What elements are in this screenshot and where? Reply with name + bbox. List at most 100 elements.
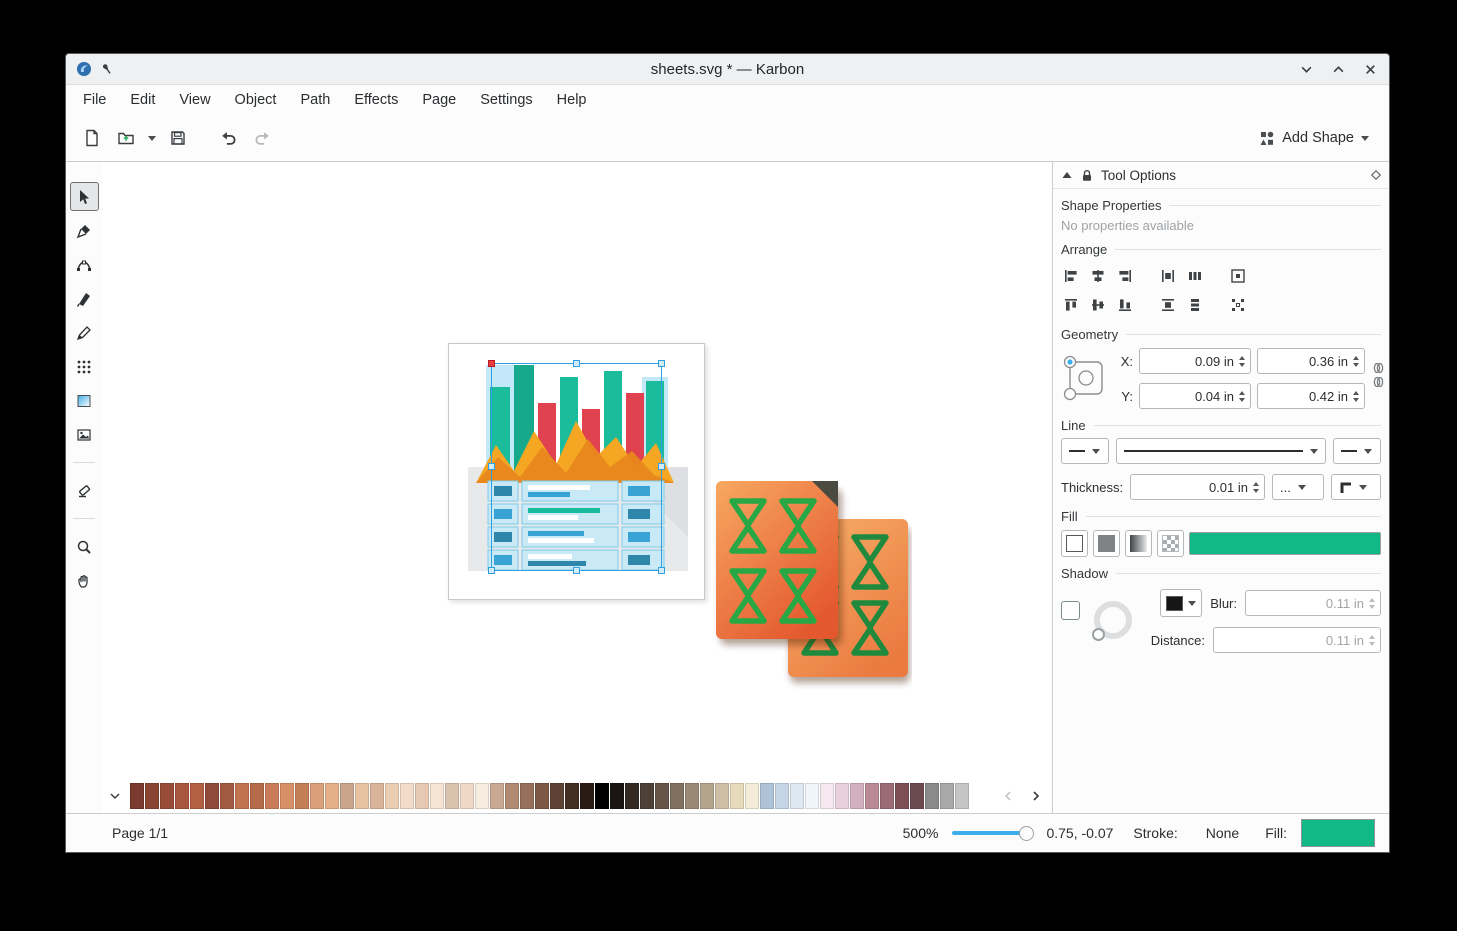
distribute-v-edges-button[interactable] [1154, 291, 1181, 318]
zoom-tool-button[interactable] [70, 532, 99, 561]
pan-tool-button[interactable] [70, 566, 99, 595]
fill-pattern-button[interactable] [1157, 530, 1184, 557]
x-spinbox[interactable]: 0.09 in [1139, 348, 1251, 374]
palette-swatch[interactable] [445, 783, 459, 809]
path-edit-tool-button[interactable] [70, 250, 99, 279]
palette-swatch[interactable] [850, 783, 864, 809]
palette-swatch[interactable] [280, 783, 294, 809]
palette-swatch[interactable] [640, 783, 654, 809]
line-style-combo[interactable] [1116, 438, 1326, 464]
selection-handle-top-middle[interactable] [573, 360, 580, 367]
zoom-value[interactable]: 500% [903, 825, 939, 841]
fill-gradient-button[interactable] [1125, 530, 1152, 557]
palette-swatch[interactable] [415, 783, 429, 809]
palette-swatch[interactable] [880, 783, 894, 809]
y-spinbox[interactable]: 0.04 in [1139, 383, 1251, 409]
align-top-button[interactable] [1057, 291, 1084, 318]
palette-swatch[interactable] [490, 783, 504, 809]
palette-swatch[interactable] [700, 783, 714, 809]
transform-corners-button[interactable] [1224, 291, 1251, 318]
palette-swatch[interactable] [385, 783, 399, 809]
palette-swatch[interactable] [205, 783, 219, 809]
palette-swatch[interactable] [955, 783, 969, 809]
align-vcenter-button[interactable] [1084, 291, 1111, 318]
selection-handle-top-right[interactable] [658, 360, 665, 367]
selection-handle-middle-right[interactable] [658, 463, 665, 470]
width-spinbox[interactable]: 0.36 in [1257, 348, 1365, 374]
distribute-v-centers-button[interactable] [1181, 291, 1208, 318]
palette-swatch[interactable] [910, 783, 924, 809]
menu-help[interactable]: Help [546, 87, 598, 113]
palette-swatch[interactable] [685, 783, 699, 809]
dash-pattern-combo[interactable]: ... [1272, 474, 1324, 500]
menu-settings[interactable]: Settings [469, 87, 543, 113]
pen-tool-button[interactable] [70, 216, 99, 245]
shadow-color-combo[interactable] [1160, 589, 1202, 617]
pencil-tool-button[interactable] [70, 318, 99, 347]
palette-swatch[interactable] [670, 783, 684, 809]
palette-swatch[interactable] [790, 783, 804, 809]
aspect-ratio-lock[interactable] [1371, 348, 1385, 388]
pin-icon[interactable] [100, 62, 114, 76]
shadow-enable-checkbox[interactable] [1061, 601, 1080, 620]
palette-swatch[interactable] [925, 783, 939, 809]
open-dropdown-button[interactable] [144, 122, 160, 154]
align-bottom-button[interactable] [1111, 291, 1138, 318]
palette-swatch[interactable] [895, 783, 909, 809]
palette-swatch[interactable] [145, 783, 159, 809]
calligraphy-tool-button[interactable] [70, 284, 99, 313]
add-shape-button[interactable]: Add Shape [1249, 125, 1379, 151]
palette-scroll-left-button[interactable] [996, 784, 1020, 808]
menu-view[interactable]: View [168, 87, 221, 113]
palette-swatch[interactable] [475, 783, 489, 809]
palette-swatch[interactable] [295, 783, 309, 809]
palette-swatch[interactable] [400, 783, 414, 809]
palette-swatch[interactable] [235, 783, 249, 809]
palette-swatch[interactable] [655, 783, 669, 809]
menu-object[interactable]: Object [224, 87, 288, 113]
palette-swatch[interactable] [730, 783, 744, 809]
position-anchor-widget[interactable] [1059, 348, 1113, 408]
selection-handle-top-left[interactable] [488, 360, 495, 367]
canvas[interactable] [102, 162, 1052, 813]
line-end-marker-combo[interactable] [1333, 438, 1381, 464]
height-spinbox[interactable]: 0.42 in [1257, 383, 1365, 409]
palette-swatch[interactable] [835, 783, 849, 809]
menu-page[interactable]: Page [411, 87, 467, 113]
menu-effects[interactable]: Effects [343, 87, 409, 113]
palette-swatch[interactable] [610, 783, 624, 809]
pattern-grid-tool-button[interactable] [70, 352, 99, 381]
gradient-tool-button[interactable] [70, 386, 99, 415]
palette-swatch[interactable] [535, 783, 549, 809]
palette-swatch[interactable] [715, 783, 729, 809]
selection-handle-bottom-right[interactable] [658, 567, 665, 574]
palette-swatch[interactable] [760, 783, 774, 809]
zoom-slider-handle[interactable] [1019, 826, 1034, 841]
fill-color-bar[interactable] [1189, 532, 1381, 555]
save-button[interactable] [162, 122, 194, 154]
open-document-button[interactable] [110, 122, 142, 154]
collapse-icon[interactable] [1061, 170, 1073, 180]
line-start-marker-combo[interactable] [1061, 438, 1109, 464]
palette-swatch[interactable] [580, 783, 594, 809]
palette-swatch[interactable] [550, 783, 564, 809]
fill-none-button[interactable] [1061, 530, 1088, 557]
palette-swatch[interactable] [325, 783, 339, 809]
palette-scroll-right-button[interactable] [1024, 784, 1048, 808]
selection-outline[interactable] [491, 363, 662, 571]
new-document-button[interactable] [76, 122, 108, 154]
palette-swatch[interactable] [625, 783, 639, 809]
menu-file[interactable]: File [72, 87, 117, 113]
palette-swatch[interactable] [565, 783, 579, 809]
palette-swatch[interactable] [355, 783, 369, 809]
shadow-angle-dial[interactable] [1090, 597, 1136, 643]
blur-spinbox[interactable]: 0.11 in [1245, 590, 1381, 616]
palette-swatch[interactable] [805, 783, 819, 809]
palette-swatch[interactable] [745, 783, 759, 809]
palette-swatch[interactable] [505, 783, 519, 809]
align-hcenter-button[interactable] [1084, 262, 1111, 289]
palette-swatch[interactable] [775, 783, 789, 809]
distance-spinbox[interactable]: 0.11 in [1213, 627, 1381, 653]
palette-swatch[interactable] [175, 783, 189, 809]
select-tool-button[interactable] [70, 182, 99, 211]
